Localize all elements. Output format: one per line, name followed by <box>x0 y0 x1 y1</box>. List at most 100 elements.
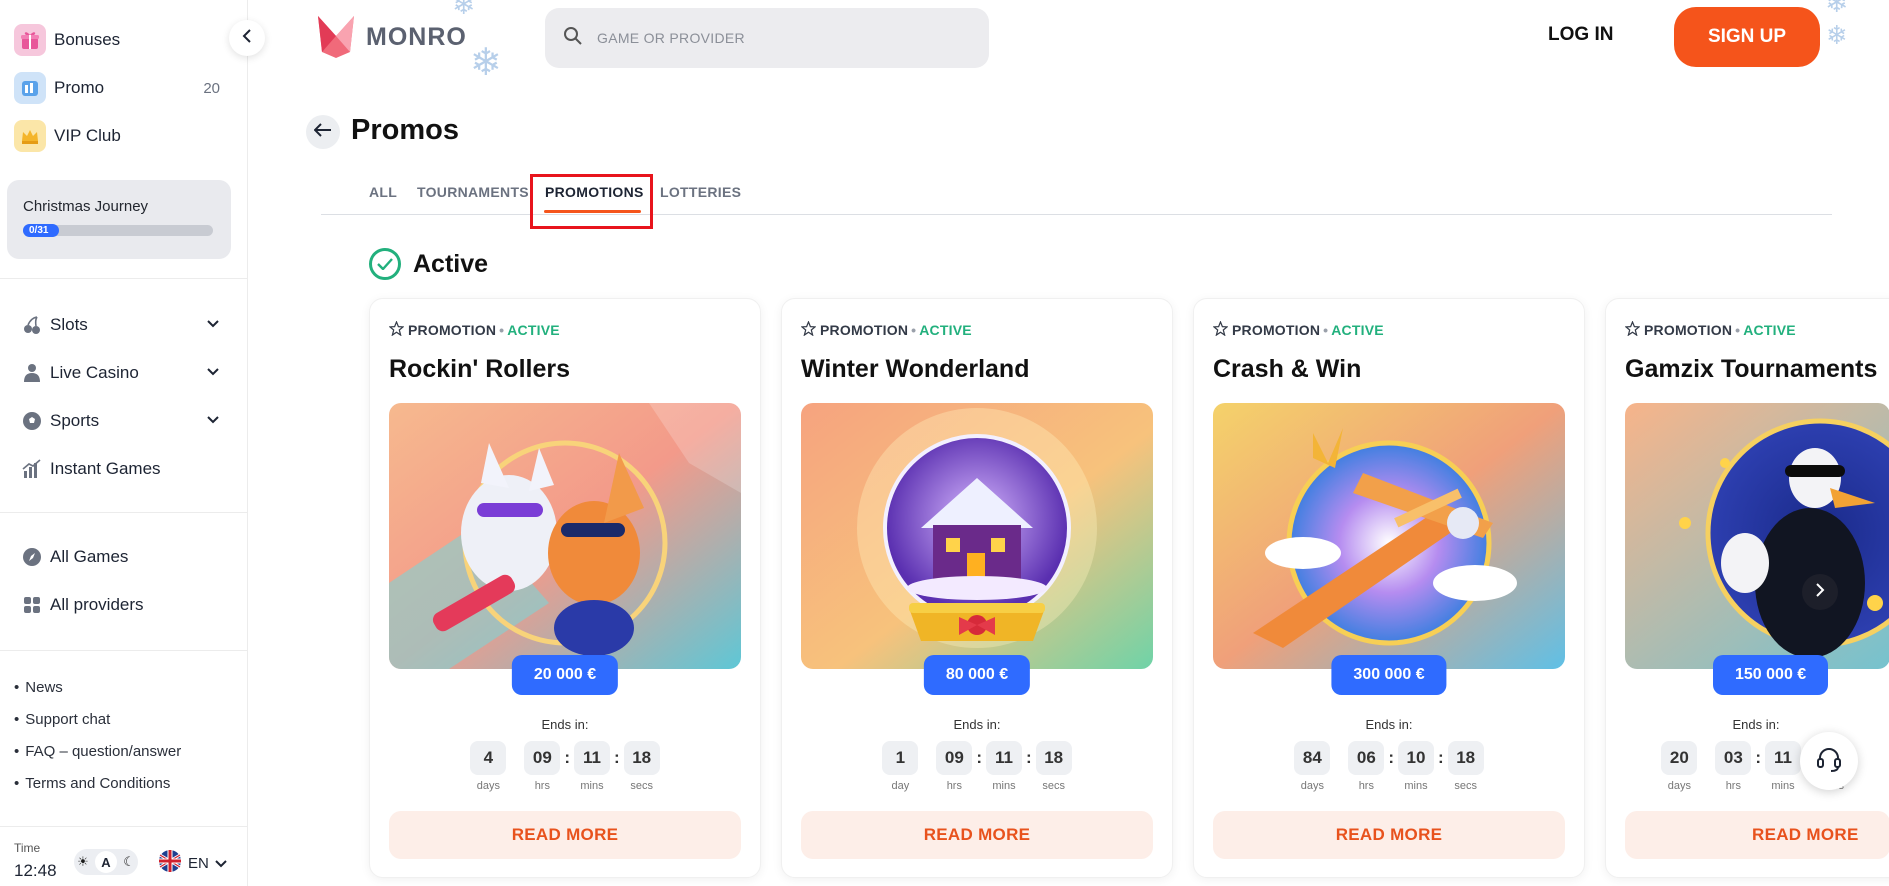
timer-days: 84 days <box>1294 741 1331 792</box>
timer-unit: hrs <box>534 780 550 792</box>
read-more-button[interactable]: READ MORE <box>389 811 741 859</box>
promo-image[interactable] <box>1213 403 1565 669</box>
sidebar-item-bonuses[interactable]: Bonuses <box>14 23 220 57</box>
read-more-button[interactable]: READ MORE <box>1625 811 1889 859</box>
chevron-down-icon <box>206 412 220 430</box>
active-section-header: Active <box>369 248 488 280</box>
timer-value: 11 <box>574 741 610 775</box>
ends-in-label: Ends in: <box>1365 717 1413 732</box>
promo-card[interactable]: PROMOTION • ACTIVE Crash & Win 300 000 €… <box>1193 298 1585 878</box>
promo-image[interactable] <box>389 403 741 669</box>
meta-separator: • <box>911 322 917 338</box>
search-icon <box>563 26 583 51</box>
theme-auto-letter: A <box>94 851 117 873</box>
sidebar-item-label: Promo <box>54 78 105 97</box>
tab-all[interactable]: ALL <box>369 184 397 200</box>
signup-button[interactable]: SIGN UP <box>1674 7 1820 67</box>
timer-days: 1 day <box>882 741 919 792</box>
sidebar-item-label: Live Casino <box>50 363 139 382</box>
theme-toggle[interactable]: ☀ A ☾ <box>74 849 138 875</box>
timer-value: 4 <box>470 741 507 775</box>
footer-link-faq[interactable]: FAQ – question/answer <box>14 743 181 760</box>
timer-hours: 06 hrs <box>1348 741 1385 792</box>
timer-colon: : <box>614 748 620 767</box>
timer-value: 11 <box>1765 741 1801 775</box>
chevron-down-icon <box>215 855 227 872</box>
timer-unit: days <box>1667 780 1691 792</box>
sidebar-item-instant-games[interactable]: Instant Games <box>20 454 220 484</box>
sidebar-item-promo[interactable]: Promo 20 <box>14 71 220 105</box>
timer-colon: : <box>976 748 982 767</box>
headset-icon <box>1815 745 1843 778</box>
meta-separator: • <box>1323 322 1329 338</box>
timer-days: 20 days <box>1661 741 1698 792</box>
card-title: Winter Wonderland <box>801 355 1030 383</box>
timer-value: 09 <box>524 741 561 775</box>
search-bar[interactable] <box>545 8 989 68</box>
section-title: Active <box>413 249 489 278</box>
tab-tournaments[interactable]: TOURNAMENTS <box>417 184 529 200</box>
sidebar-item-vip-club[interactable]: VIP Club <box>14 119 220 153</box>
card-type: PROMOTION <box>408 322 497 338</box>
tab-lotteries[interactable]: LOTTERIES <box>660 184 741 200</box>
timer-unit: hrs <box>946 780 962 792</box>
carousel-next-button[interactable] <box>1802 574 1838 610</box>
crown-icon <box>14 120 46 152</box>
sidebar-item-label: All providers <box>50 595 144 614</box>
sidebar-item-all-games[interactable]: All Games <box>20 542 220 572</box>
compass-icon <box>20 545 44 569</box>
soccer-ball-icon <box>20 409 44 433</box>
card-type: PROMOTION <box>1644 322 1733 338</box>
moon-icon: ☾ <box>123 854 135 869</box>
meta-separator: • <box>499 322 505 338</box>
card-title: Rockin' Rollers <box>389 355 570 383</box>
card-meta: PROMOTION • ACTIVE <box>1212 320 1384 339</box>
time-label: Time <box>14 841 41 855</box>
language-selector[interactable]: EN <box>158 849 227 877</box>
promo-image[interactable] <box>1625 403 1889 669</box>
promo-card[interactable]: PROMOTION • ACTIVE Gamzix Tournaments 15… <box>1605 298 1889 878</box>
page-title: Promos <box>351 114 459 146</box>
sidebar-item-live-casino[interactable]: Live Casino <box>20 358 220 388</box>
card-title: Crash & Win <box>1213 355 1362 383</box>
login-button[interactable]: LOG IN <box>1548 24 1613 46</box>
snowflake-icon: ❄ <box>452 0 476 20</box>
timer-minutes: 10 mins <box>1398 741 1434 792</box>
star-icon <box>800 320 817 339</box>
read-more-button[interactable]: READ MORE <box>1213 811 1565 859</box>
monro-logo[interactable]: MONRO <box>314 12 467 63</box>
timer-value: 06 <box>1348 741 1385 775</box>
bar-chart-icon <box>20 457 44 481</box>
read-more-button[interactable]: READ MORE <box>801 811 1153 859</box>
timer-value: 18 <box>623 741 660 775</box>
timer-unit: mins <box>1771 780 1795 792</box>
timer-value: 18 <box>1447 741 1484 775</box>
sidebar-item-label: Bonuses <box>54 30 121 49</box>
sidebar-item-sports[interactable]: Sports <box>20 406 220 436</box>
journey-progress-text: 0/31 <box>23 224 59 237</box>
promo-image[interactable] <box>801 403 1153 669</box>
search-input[interactable] <box>597 30 957 46</box>
footer-link-news[interactable]: News <box>14 679 63 696</box>
back-button[interactable] <box>306 115 340 149</box>
card-title: Gamzix Tournaments <box>1625 355 1878 383</box>
time-value: 12:48 <box>14 861 57 880</box>
christmas-journey-widget[interactable]: Christmas Journey 0/31 <box>7 180 231 259</box>
star-icon <box>388 320 405 339</box>
sidebar-item-slots[interactable]: Slots <box>20 310 220 340</box>
promo-card[interactable]: PROMOTION • ACTIVE Rockin' Rollers 20 00… <box>369 298 761 878</box>
arrow-left-icon <box>313 122 332 142</box>
sidebar-divider <box>0 278 247 279</box>
timer-value: 10 <box>1398 741 1434 775</box>
support-chat-button[interactable] <box>1800 732 1858 790</box>
card-meta: PROMOTION • ACTIVE <box>800 320 972 339</box>
journey-progress-bar: 0/31 <box>23 224 213 237</box>
promo-card[interactable]: PROMOTION • ACTIVE Winter Wonderland 80 … <box>781 298 1173 878</box>
sidebar-collapse-button[interactable] <box>229 20 265 56</box>
sidebar-item-all-providers[interactable]: All providers <box>20 590 220 620</box>
timer-seconds: 18 secs <box>623 741 660 792</box>
footer-link-terms[interactable]: Terms and Conditions <box>14 775 170 792</box>
timer-colon: : <box>1026 748 1032 767</box>
sidebar-item-label: Slots <box>50 315 88 334</box>
footer-link-support-chat[interactable]: Support chat <box>14 711 110 728</box>
